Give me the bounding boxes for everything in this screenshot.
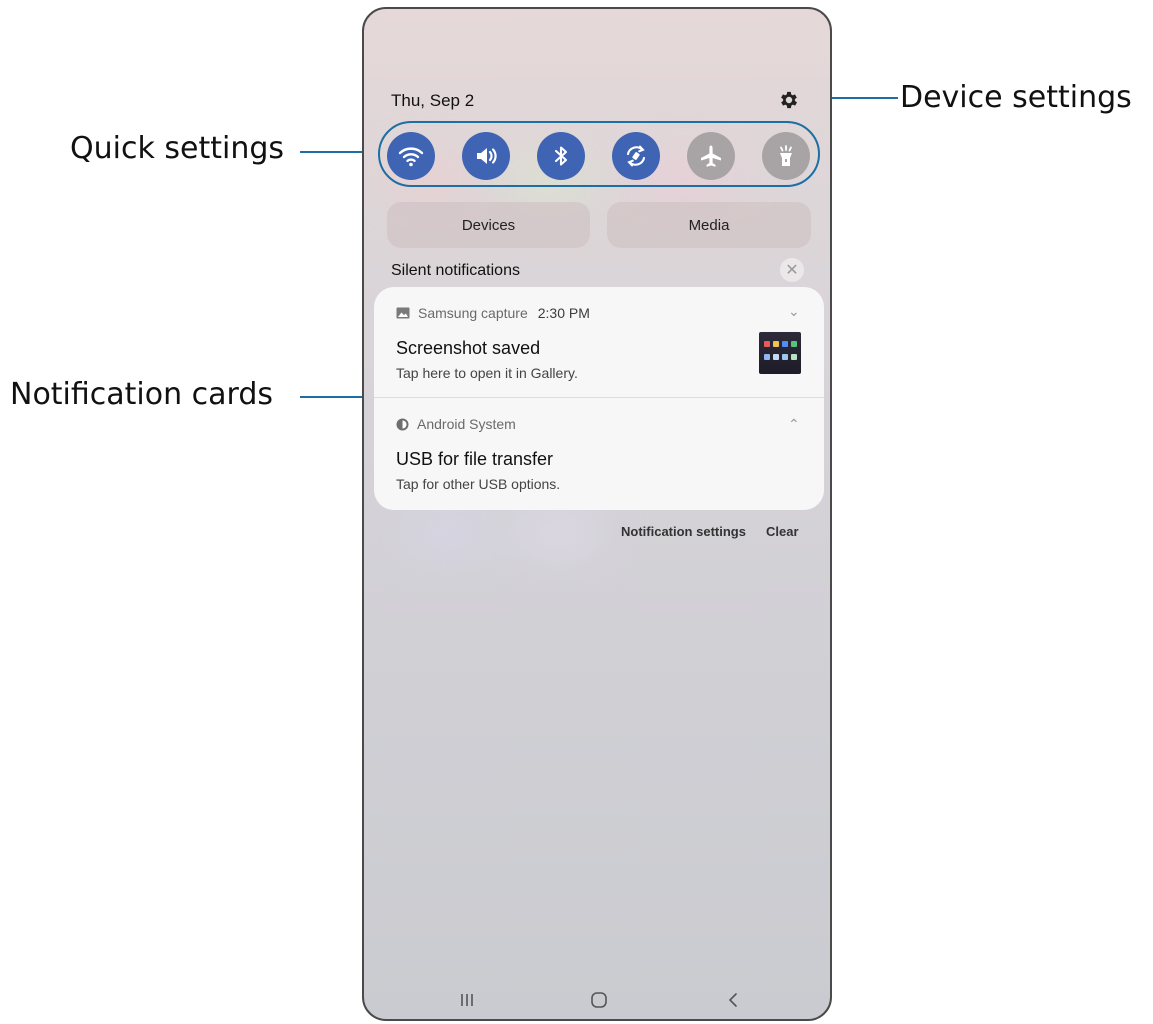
wifi-toggle[interactable] [387, 132, 435, 180]
media-label: Media [688, 216, 730, 234]
devices-button[interactable]: Devices [387, 202, 590, 248]
recents-button[interactable] [452, 987, 482, 1013]
thumbnail-app-icon [782, 341, 788, 347]
date-label: Thu, Sep 2 [391, 91, 475, 110]
back-icon [728, 993, 737, 1007]
flashlight-toggle[interactable] [762, 132, 810, 180]
airplane-icon [701, 145, 721, 167]
clear-button[interactable]: Clear [766, 524, 799, 539]
thumbnail-app-icon [773, 354, 779, 360]
thumbnail-app-icon [764, 354, 770, 360]
sound-toggle[interactable] [462, 132, 510, 180]
devices-label: Devices [461, 216, 516, 234]
background-glow [514, 514, 604, 554]
notification-text: Tap for other USB options. [396, 476, 561, 492]
gallery-icon [396, 307, 410, 319]
auto-rotate-toggle[interactable] [612, 132, 660, 180]
rotate-icon [626, 145, 646, 167]
flashlight-icon [780, 145, 792, 166]
thumbnail-app-icon [773, 341, 779, 347]
silent-notifications-heading: Silent notifications [391, 262, 520, 279]
chevron-up-icon[interactable]: ⌃ [788, 416, 800, 433]
chevron-down-icon[interactable]: ⌄ [788, 303, 800, 320]
thumbnail-app-icon [791, 354, 797, 360]
thumbnail-app-icon [764, 341, 770, 347]
notification-settings-link[interactable]: Notification settings [621, 524, 746, 539]
back-button[interactable] [718, 987, 748, 1013]
home-button[interactable] [584, 987, 614, 1013]
recents-icon [461, 994, 473, 1006]
notification-screenshot[interactable]: Samsung capture 2:30 PM ⌄ Screenshot sav… [374, 287, 824, 397]
notification-app-name: Android System [417, 416, 516, 432]
device-settings-callout: Device settings [900, 80, 1132, 115]
notification-card-group: Samsung capture 2:30 PM ⌄ Screenshot sav… [374, 287, 824, 510]
notification-app-name: Samsung capture [418, 305, 528, 321]
notification-app-row: Android System [396, 416, 516, 432]
airplane-mode-toggle[interactable] [687, 132, 735, 180]
thumbnail-app-icon [791, 341, 797, 347]
bluetooth-toggle[interactable] [537, 132, 585, 180]
phone-screen: Thu, Sep 2 Devices Media Silent notifica… [362, 7, 832, 1021]
quick-settings-callout: Quick settings [70, 131, 284, 166]
notification-title: Screenshot saved [396, 338, 541, 358]
notification-cards-callout: Notification cards [10, 377, 274, 412]
home-icon [591, 992, 607, 1008]
notification-usb[interactable]: Android System ⌃ USB for file transfer T… [374, 398, 824, 510]
thumbnail-app-icon [782, 354, 788, 360]
notification-text: Tap here to open it in Gallery. [396, 365, 578, 381]
close-icon[interactable]: ✕ [780, 258, 804, 282]
android-system-icon [396, 418, 409, 430]
media-button[interactable]: Media [607, 202, 811, 248]
screenshot-thumbnail [759, 332, 801, 374]
background-glow [404, 514, 494, 554]
quick-settings-panel [378, 121, 820, 187]
bluetooth-icon [554, 146, 568, 166]
notification-app-row: Samsung capture 2:30 PM [396, 305, 590, 321]
gear-icon[interactable] [778, 89, 800, 111]
wifi-icon [398, 147, 424, 167]
volume-icon [477, 148, 497, 164]
annotated-screenshot: Quick settings Device settings Notificat… [0, 0, 1153, 1024]
notification-title: USB for file transfer [396, 449, 554, 469]
notification-time: 2:30 PM [537, 305, 590, 321]
